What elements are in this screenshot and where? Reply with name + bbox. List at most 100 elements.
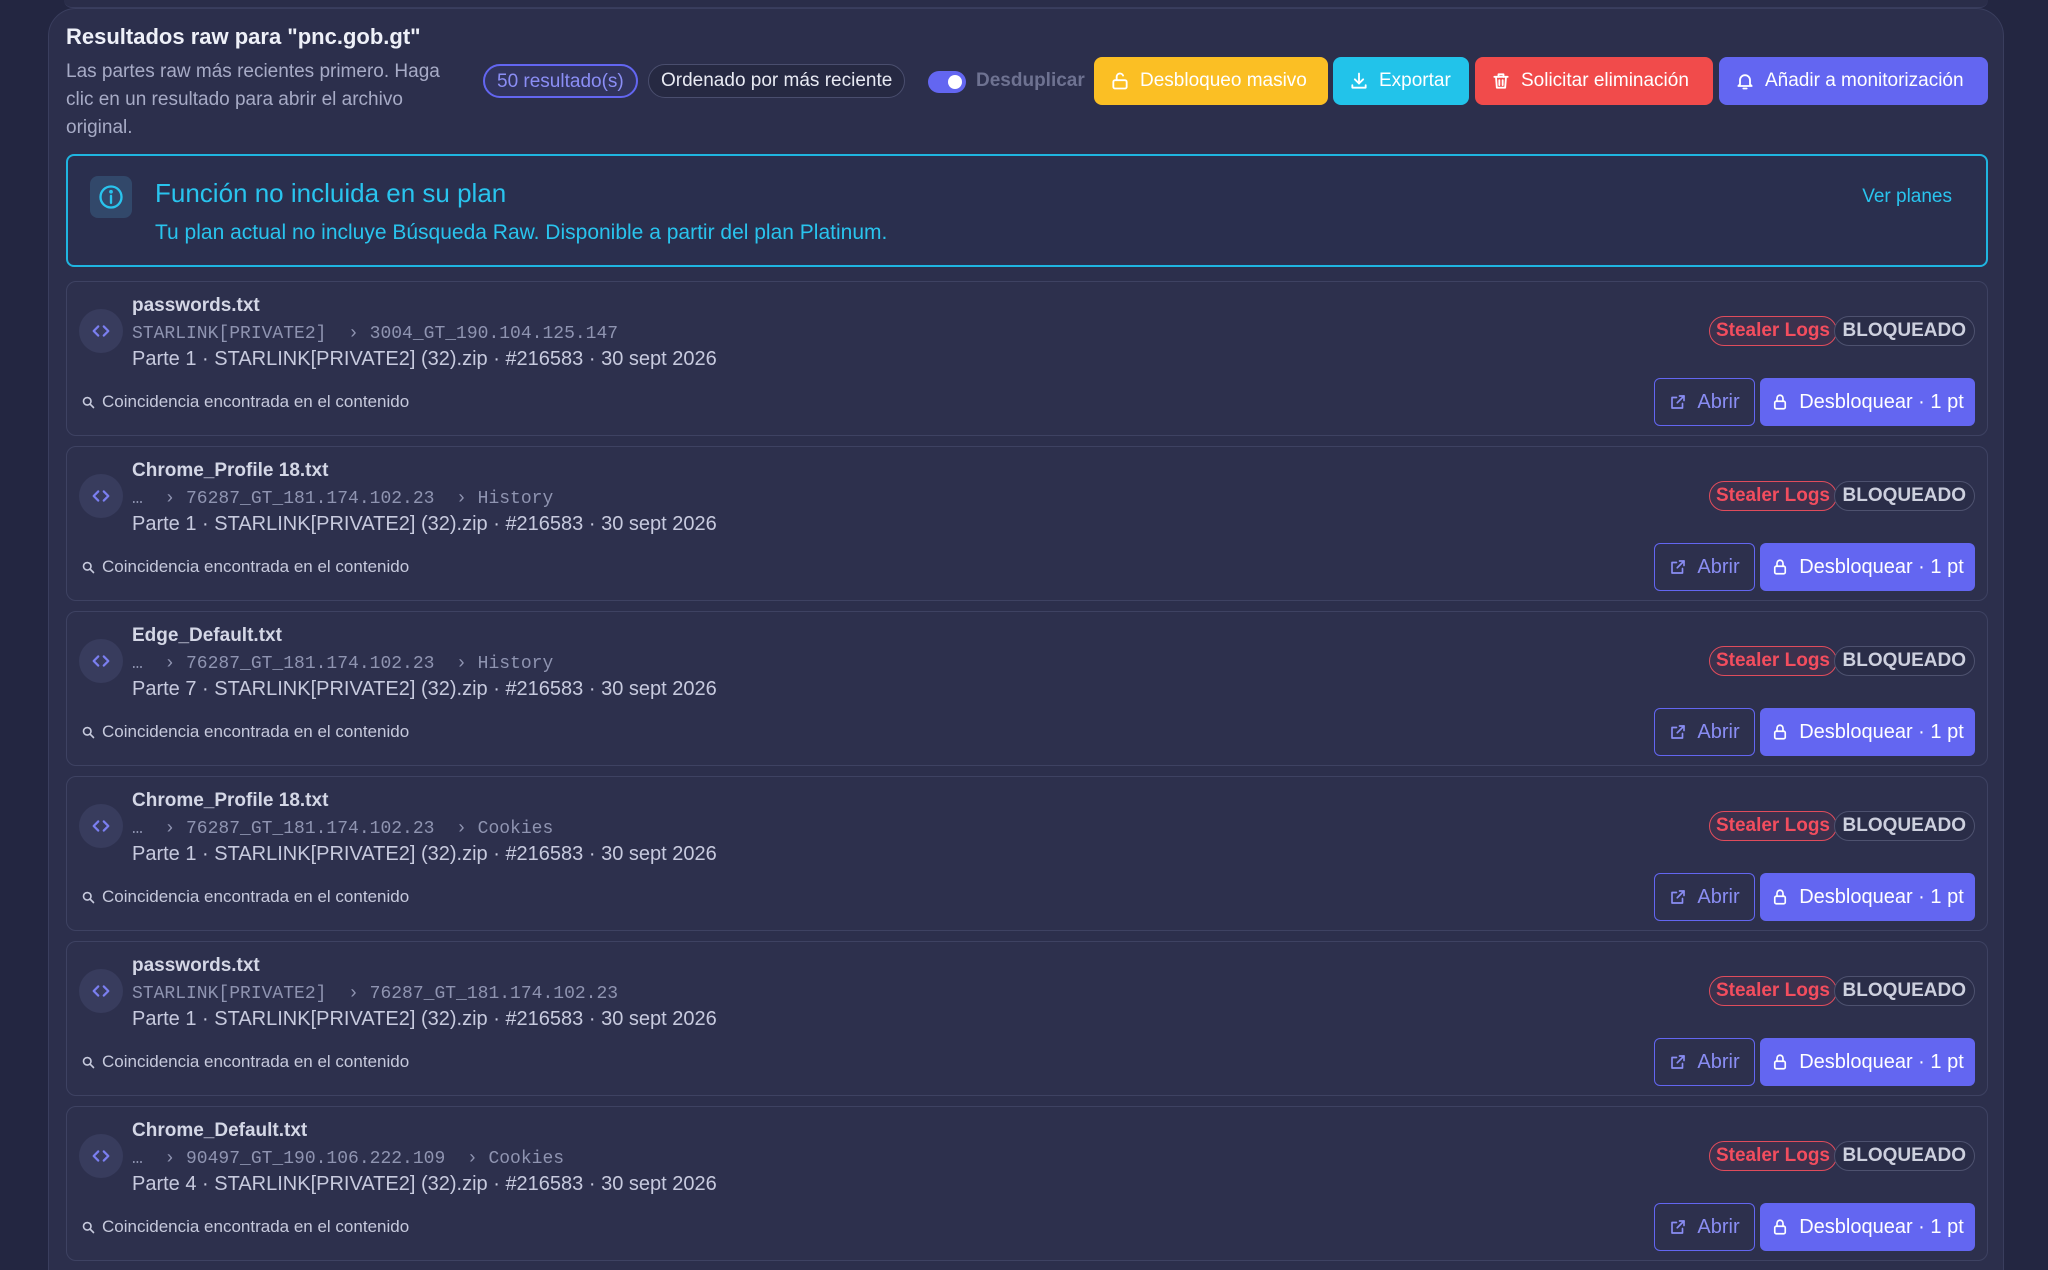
external-link-icon <box>1671 890 1686 904</box>
unlock-label: Desbloquear · 1 pt <box>1799 720 1964 743</box>
dedup-label: Desduplicar <box>976 70 1085 91</box>
result-meta: Parte 7 · STARLINK[PRIVATE2] (32).zip · … <box>132 678 717 700</box>
lock-icon <box>1774 889 1787 905</box>
open-button[interactable]: Abrir <box>1654 543 1755 591</box>
result-row[interactable]: Chrome_Profile 18.txt … › 76287_GT_181.1… <box>66 776 1988 931</box>
result-filename: passwords.txt <box>132 955 260 976</box>
open-label: Abrir <box>1697 1215 1740 1238</box>
status-badge: BLOQUEADO <box>1833 481 1975 511</box>
open-label: Abrir <box>1697 555 1740 578</box>
bulk-unlock-button[interactable]: Desbloqueo masivo <box>1094 57 1328 105</box>
open-button[interactable]: Abrir <box>1654 1038 1755 1086</box>
unlock-button[interactable]: Desbloquear · 1 pt <box>1760 1038 1975 1086</box>
code-icon <box>79 639 123 683</box>
open-button[interactable]: Abrir <box>1654 1203 1755 1251</box>
unlock-button[interactable]: Desbloquear · 1 pt <box>1760 873 1975 921</box>
unlock-button[interactable]: Desbloquear · 1 pt <box>1760 708 1975 756</box>
sort-order-chip[interactable]: Ordenado por más reciente <box>648 64 906 98</box>
open-label: Abrir <box>1697 1050 1740 1073</box>
lock-icon <box>1774 1054 1787 1070</box>
unlock-label: Desbloquear · 1 pt <box>1799 1215 1964 1238</box>
toggle-knob <box>948 75 962 89</box>
status-badge: BLOQUEADO <box>1833 976 1975 1006</box>
source-badge: Stealer Logs <box>1708 316 1837 346</box>
match-note: Coincidencia encontrada en el contenido <box>81 722 409 742</box>
bell-icon <box>1737 74 1753 90</box>
info-icon <box>90 176 132 218</box>
result-count-badge: 50 resultado(s) <box>483 64 638 98</box>
result-meta: Parte 1 · STARLINK[PRIVATE2] (32).zip · … <box>132 843 717 865</box>
lock-icon <box>1774 724 1787 740</box>
export-button[interactable]: Exportar <box>1333 57 1469 105</box>
page-title: Resultados raw para "pnc.gob.gt" <box>66 24 421 49</box>
external-link-icon <box>1671 395 1686 409</box>
source-badge: Stealer Logs <box>1708 811 1837 841</box>
search-icon <box>82 891 95 903</box>
source-badge: Stealer Logs <box>1708 976 1837 1006</box>
lock-icon <box>1774 1219 1787 1235</box>
result-row[interactable]: Chrome_Default.txt … › 90497_GT_190.106.… <box>66 1106 1988 1261</box>
lock-icon <box>1774 394 1787 410</box>
match-note: Coincidencia encontrada en el contenido <box>81 557 409 577</box>
request-deletion-label: Solicitar eliminación <box>1521 70 1689 91</box>
result-filename: Chrome_Profile 18.txt <box>132 460 329 481</box>
search-icon <box>82 1056 95 1068</box>
notice-text: Tu plan actual no incluye Búsqueda Raw. … <box>155 221 888 244</box>
results-header: Resultados raw para "pnc.gob.gt" Las par… <box>66 24 1988 144</box>
download-icon <box>1351 72 1367 89</box>
result-path: … › 76287_GT_181.174.102.23 › History <box>132 654 554 674</box>
source-badge: Stealer Logs <box>1708 646 1837 676</box>
unlock-button[interactable]: Desbloquear · 1 pt <box>1760 378 1975 426</box>
result-row[interactable]: passwords.txt STARLINK[PRIVATE2] › 3004_… <box>66 281 1988 436</box>
status-badge: BLOQUEADO <box>1833 1141 1975 1171</box>
result-path: … › 90497_GT_190.106.222.109 › Cookies <box>132 1149 565 1169</box>
unlock-button[interactable]: Desbloquear · 1 pt <box>1760 543 1975 591</box>
result-filename: Chrome_Profile 18.txt <box>132 790 329 811</box>
request-deletion-button[interactable]: Solicitar eliminación <box>1475 57 1713 105</box>
external-link-icon <box>1671 725 1686 739</box>
result-row[interactable]: Chrome_Profile 18.txt … › 76287_GT_181.1… <box>66 446 1988 601</box>
search-icon <box>82 726 95 738</box>
unlock-button[interactable]: Desbloquear · 1 pt <box>1760 1203 1975 1251</box>
match-text: Coincidencia encontrada en el contenido <box>102 1217 410 1236</box>
export-label: Exportar <box>1379 70 1451 91</box>
view-plans-link[interactable]: Ver planes <box>1862 186 1952 208</box>
source-badge: Stealer Logs <box>1708 1141 1837 1171</box>
result-filename: Chrome_Default.txt <box>132 1120 308 1141</box>
open-button[interactable]: Abrir <box>1654 708 1755 756</box>
external-link-icon <box>1671 1055 1686 1069</box>
match-text: Coincidencia encontrada en el contenido <box>102 1052 410 1071</box>
search-icon <box>82 561 95 573</box>
top-strip <box>64 0 1988 8</box>
code-icon <box>79 969 123 1013</box>
result-meta: Parte 1 · STARLINK[PRIVATE2] (32).zip · … <box>132 1008 717 1030</box>
trash-icon <box>1493 73 1509 89</box>
result-row[interactable]: passwords.txt STARLINK[PRIVATE2] › 76287… <box>66 941 1988 1096</box>
unlock-label: Desbloquear · 1 pt <box>1799 885 1964 908</box>
match-note: Coincidencia encontrada en el contenido <box>81 1217 409 1237</box>
result-row[interactable]: Edge_Default.txt … › 76287_GT_181.174.10… <box>66 611 1988 766</box>
match-note: Coincidencia encontrada en el contenido <box>81 887 409 907</box>
result-path: STARLINK[PRIVATE2] › 76287_GT_181.174.10… <box>132 984 619 1004</box>
unlock-label: Desbloquear · 1 pt <box>1799 1050 1964 1073</box>
code-icon <box>79 474 123 518</box>
match-text: Coincidencia encontrada en el contenido <box>102 392 410 411</box>
match-note: Coincidencia encontrada en el contenido <box>81 1052 409 1072</box>
external-link-icon <box>1671 1220 1686 1234</box>
add-monitoring-label: Añadir a monitorización <box>1765 70 1964 91</box>
status-badge: BLOQUEADO <box>1833 646 1975 676</box>
result-path: … › 76287_GT_181.174.102.23 › Cookies <box>132 819 554 839</box>
code-icon <box>79 1134 123 1178</box>
dedup-toggle[interactable] <box>928 71 966 93</box>
plan-notice: Función no incluida en su plan Tu plan a… <box>66 154 1988 267</box>
open-label: Abrir <box>1697 390 1740 413</box>
open-button[interactable]: Abrir <box>1654 873 1755 921</box>
status-badge: BLOQUEADO <box>1833 811 1975 841</box>
search-icon <box>82 396 95 408</box>
page-subtitle: Las partes raw más recientes primero. Ha… <box>66 61 440 138</box>
status-badge: BLOQUEADO <box>1833 316 1975 346</box>
unlock-label: Desbloquear · 1 pt <box>1799 555 1964 578</box>
code-icon <box>79 804 123 848</box>
add-monitoring-button[interactable]: Añadir a monitorización <box>1719 57 1988 105</box>
open-button[interactable]: Abrir <box>1654 378 1755 426</box>
